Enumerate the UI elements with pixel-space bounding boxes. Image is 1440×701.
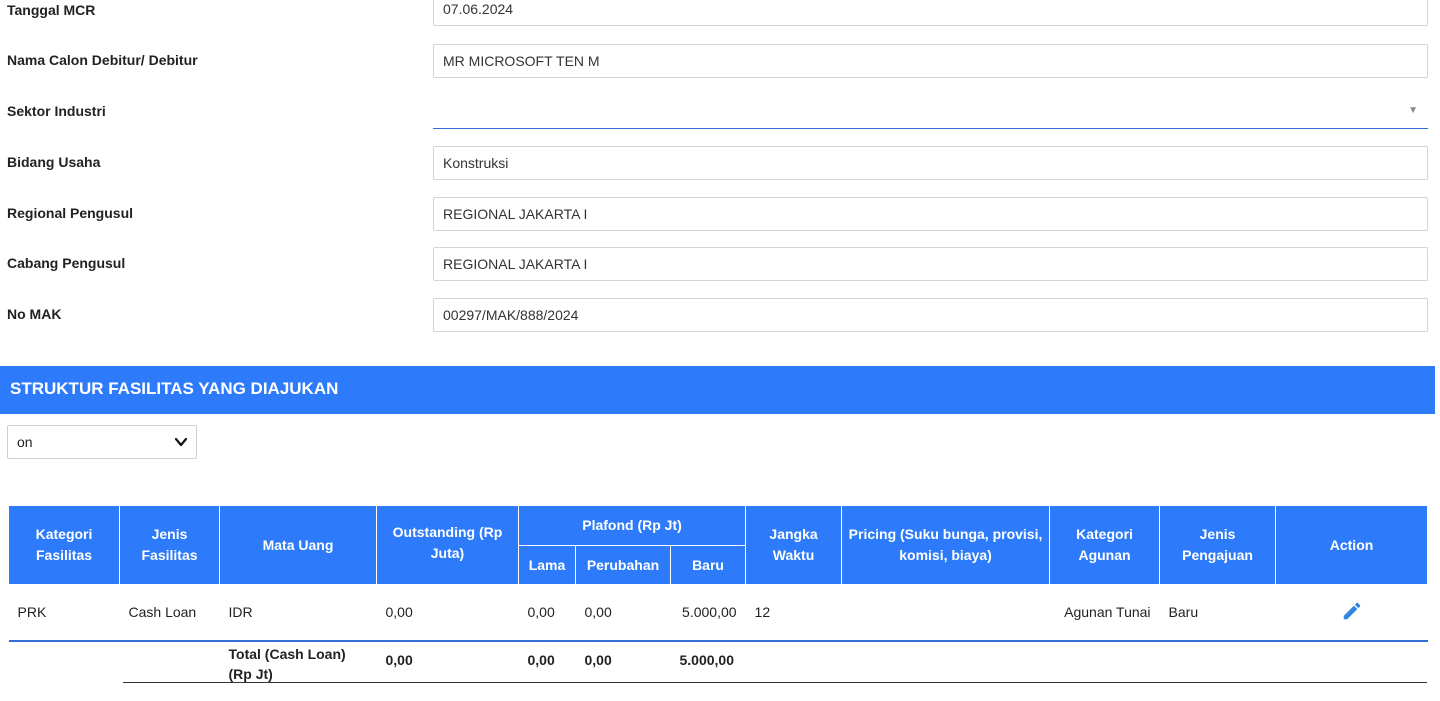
fasilitas-table: Kategori Fasilitas Jenis Fasilitas Mata … [8, 505, 1429, 701]
th-baru: Baru [669, 545, 747, 585]
cell-pricing [841, 584, 1050, 642]
cell-baru: 5.000,00 [670, 584, 746, 642]
total-empty-5 [1050, 641, 1160, 701]
total-empty-3 [746, 641, 842, 701]
regional-pengusul-input[interactable] [433, 197, 1428, 231]
chevron-down-icon [174, 437, 188, 447]
th-plafond: Plafond (Rp Jt) [517, 505, 747, 546]
section-header-struktur-fasilitas: STRUKTUR FASILITAS YANG DIAJUKAN [0, 366, 1435, 414]
total-empty-1 [9, 641, 120, 701]
total-label: Total (Cash Loan) (Rp Jt) [228, 645, 346, 682]
cell-kategori-fasilitas: PRK [8, 584, 120, 642]
row-no-mak: No MAK [0, 298, 1440, 332]
tanggal-mcr-input[interactable] [433, 0, 1428, 26]
row-nama-debitur: Nama Calon Debitur/ Debitur [0, 44, 1440, 78]
total-perubahan: 0,00 [584, 651, 612, 668]
row-sektor-industri: Sektor Industri ▼ [0, 95, 1440, 129]
row-bidang-usaha: Bidang Usaha [0, 146, 1440, 180]
label-regional-pengusul: Regional Pengusul [7, 205, 134, 221]
cell-outstanding: 0,00 [376, 584, 519, 642]
th-outstanding: Outstanding (Rp Juta) [376, 505, 519, 585]
th-perubahan: Perubahan [575, 545, 671, 585]
th-kategori-agunan: Kategori Agunan [1049, 505, 1161, 585]
total-baru: 5.000,00 [679, 651, 735, 668]
cabang-pengusul-input[interactable] [433, 247, 1428, 281]
bidang-usaha-input[interactable] [433, 146, 1428, 180]
cell-jenis-pengajuan: Baru [1159, 584, 1276, 642]
table-total-row: Total (Cash Loan) (Rp Jt) 0,00 0,00 0,00… [9, 641, 1428, 701]
row-tanggal-mcr: Tanggal MCR [0, 0, 1440, 26]
total-outstanding: 0,00 [385, 651, 413, 668]
cell-lama: 0,00 [518, 584, 576, 642]
nama-debitur-input[interactable] [433, 44, 1428, 78]
table-row: PRK Cash Loan IDR 0,00 0,00 0,00 5.000,0… [8, 584, 1428, 642]
label-nama-debitur: Nama Calon Debitur/ Debitur [7, 52, 198, 68]
cell-mata-uang: IDR [219, 584, 377, 642]
th-jenis-pengajuan: Jenis Pengajuan [1159, 505, 1277, 585]
cell-action [1275, 584, 1428, 642]
label-tanggal-mcr: Tanggal MCR [7, 2, 96, 18]
label-sektor-industri: Sektor Industri [7, 103, 106, 119]
th-mata-uang: Mata Uang [219, 505, 377, 585]
total-empty-7 [1276, 641, 1428, 701]
row-cabang-pengusul: Cabang Pengusul [0, 247, 1440, 281]
th-jenis-fasilitas: Jenis Fasilitas [119, 505, 220, 585]
fasilitas-filter-value: on [17, 434, 33, 450]
label-cabang-pengusul: Cabang Pengusul [7, 255, 126, 271]
th-pricing: Pricing (Suku bunga, provisi, komisi, bi… [841, 505, 1051, 585]
total-lama: 0,00 [527, 651, 555, 668]
label-bidang-usaha: Bidang Usaha [7, 154, 101, 170]
label-no-mak: No MAK [7, 306, 62, 322]
total-empty-2 [120, 641, 220, 701]
caret-down-icon: ▼ [1408, 105, 1418, 116]
cell-jenis-fasilitas: Cash Loan [119, 584, 220, 642]
th-action: Action [1275, 505, 1429, 585]
fasilitas-filter-select[interactable]: on [7, 425, 197, 459]
row-regional-pengusul: Regional Pengusul [0, 197, 1440, 231]
sektor-industri-select[interactable]: ▼ [433, 95, 1428, 129]
cell-jangka-waktu: 12 [745, 584, 842, 642]
total-empty-6 [1160, 641, 1276, 701]
total-empty-4 [842, 641, 1050, 701]
cell-kategori-agunan: Agunan Tunai [1049, 584, 1160, 642]
th-lama: Lama [518, 545, 576, 585]
pencil-icon[interactable] [1341, 600, 1363, 622]
th-jangka-waktu: Jangka Waktu [745, 505, 843, 585]
cell-perubahan: 0,00 [575, 584, 671, 642]
no-mak-input[interactable] [433, 298, 1428, 332]
th-kategori-fasilitas: Kategori Fasilitas [8, 505, 120, 585]
